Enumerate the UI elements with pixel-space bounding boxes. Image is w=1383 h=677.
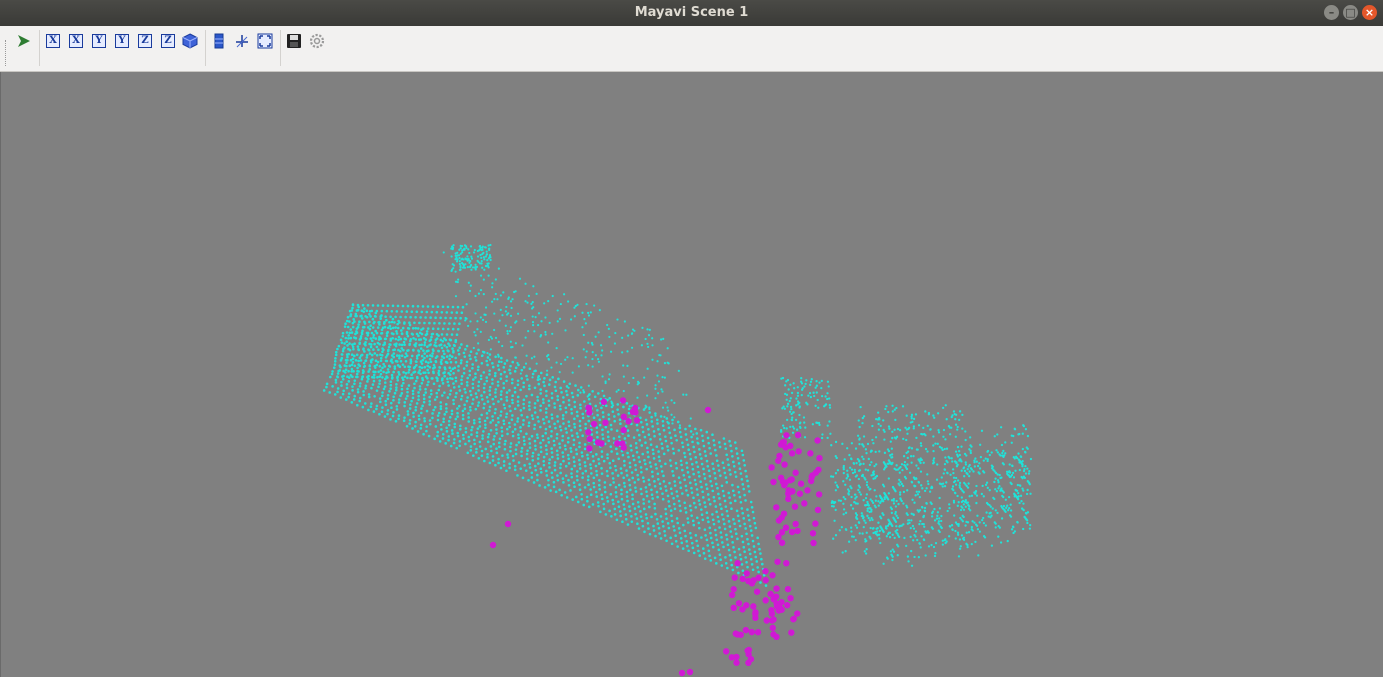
view-x-plus-button[interactable]: X — [44, 32, 62, 50]
title-bar[interactable]: Mayavi Scene 1 – □ × — [0, 0, 1383, 26]
3d-scene-viewport[interactable] — [0, 72, 1383, 677]
full-screen-button[interactable] — [256, 32, 274, 50]
isometric-view-icon — [182, 33, 198, 49]
view-z-plus-icon: Z — [138, 34, 152, 48]
parallel-projection-button[interactable] — [210, 32, 228, 50]
close-button[interactable]: × — [1362, 5, 1377, 20]
view-z-plus-button[interactable]: Z — [136, 32, 154, 50]
view-x-minus-icon: X — [69, 34, 83, 48]
axes-indicator-icon — [236, 35, 248, 48]
maximize-button[interactable]: □ — [1343, 5, 1358, 20]
toolbar-separator — [205, 30, 206, 66]
configure-scene-icon — [309, 33, 325, 49]
isometric-view-button[interactable] — [181, 32, 199, 50]
view-z-minus-button[interactable]: Z — [159, 32, 177, 50]
mayavi-window: Mayavi Scene 1 – □ × X X Y Y Z Z — [0, 0, 1383, 677]
save-scene-icon — [287, 34, 301, 48]
minimize-button[interactable]: – — [1324, 5, 1339, 20]
lidar-point-cloud — [322, 243, 1033, 587]
parallel-projection-icon — [214, 33, 224, 49]
view-y-plus-button[interactable]: Y — [90, 32, 108, 50]
window-title: Mayavi Scene 1 — [634, 5, 749, 20]
save-scene-button[interactable] — [285, 32, 303, 50]
view-y-minus-button[interactable]: Y — [113, 32, 131, 50]
toolbar-grip[interactable] — [5, 40, 9, 66]
axes-indicator-button[interactable] — [233, 32, 251, 50]
mayavi-pipeline-button[interactable] — [15, 32, 33, 50]
view-x-plus-icon: X — [46, 34, 60, 48]
point-cloud-render — [322, 243, 1033, 677]
view-y-minus-icon: Y — [115, 34, 129, 48]
view-y-plus-icon: Y — [92, 34, 106, 48]
full-screen-icon — [257, 33, 273, 49]
mayavi-pipeline-icon — [18, 35, 30, 47]
toolbar-separator — [39, 30, 40, 66]
view-x-minus-button[interactable]: X — [67, 32, 85, 50]
configure-scene-button[interactable] — [308, 32, 326, 50]
view-z-minus-icon: Z — [161, 34, 175, 48]
scene-toolbar: X X Y Y Z Z — [0, 26, 1383, 72]
toolbar-separator — [280, 30, 281, 66]
window-controls: – □ × — [1324, 5, 1377, 20]
